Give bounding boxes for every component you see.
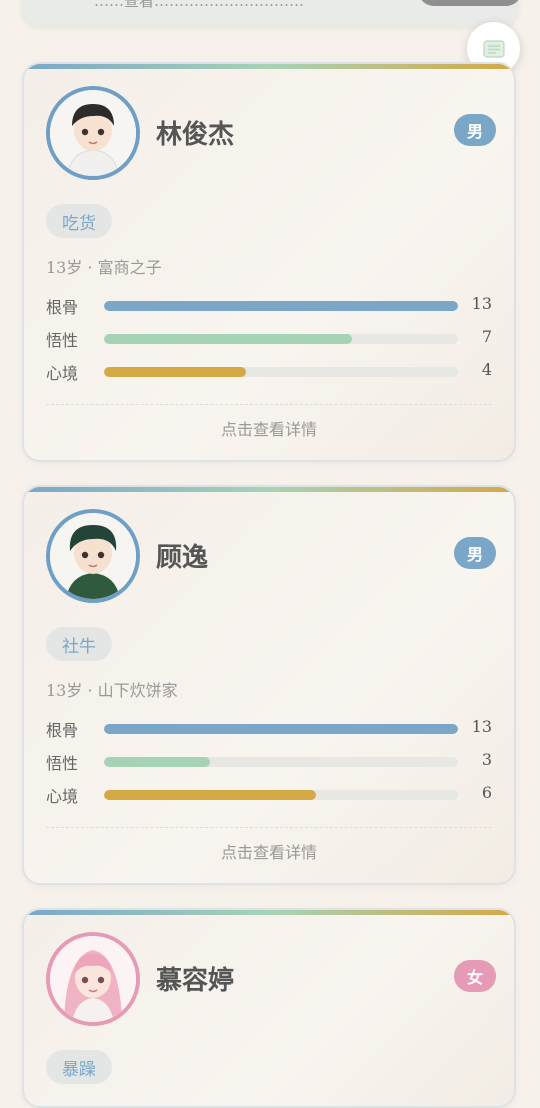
stat-bar-fill — [104, 301, 458, 311]
stat-row-xinjing: 心境 4 — [46, 360, 492, 383]
banner-pill[interactable] — [418, 0, 518, 6]
stat-label: 根骨 — [46, 721, 79, 740]
stat-label: 心境 — [46, 787, 79, 806]
stat-value: 13 — [471, 294, 492, 313]
stat-row-gengu: 根骨 13 — [46, 717, 492, 740]
stat-row-xinjing: 心境 6 — [46, 783, 492, 806]
stat-bar-fill — [104, 757, 211, 767]
gender-badge: 男 — [454, 537, 496, 569]
stat-value: 3 — [481, 750, 492, 769]
stat-row-wuxing: 悟性 7 — [46, 327, 492, 350]
scroll-icon — [482, 39, 505, 58]
stat-row-wuxing: 悟性 3 — [46, 750, 492, 773]
character-name: 林俊杰 — [156, 120, 235, 150]
stat-value: 13 — [471, 717, 492, 736]
divider — [46, 827, 492, 828]
stat-value: 6 — [481, 783, 492, 802]
stat-bar-fill — [104, 790, 317, 800]
avatar — [46, 86, 140, 180]
stat-label: 心境 — [46, 364, 79, 383]
stat-bar — [104, 301, 458, 311]
stat-label: 根骨 — [46, 298, 79, 317]
gender-badge: 男 — [454, 114, 496, 146]
stat-bar-fill — [104, 334, 352, 344]
boy-avatar-green — [50, 513, 136, 599]
stat-bar — [104, 334, 458, 344]
character-card[interactable]: 慕容婷 女 暴躁 — [22, 908, 516, 1108]
gender-badge: 女 — [454, 960, 496, 992]
card-accent-bar — [24, 910, 514, 915]
character-info: 13岁 · 富商之子 — [46, 258, 162, 277]
divider — [46, 404, 492, 405]
banner-text: ……查看………………………… — [94, 0, 305, 10]
stat-label: 悟性 — [46, 754, 79, 773]
stat-bar-fill — [104, 724, 458, 734]
trait-tag: 暴躁 — [46, 1050, 112, 1084]
character-name: 慕容婷 — [156, 966, 235, 996]
view-details-link[interactable]: 点击查看详情 — [24, 839, 514, 863]
avatar — [46, 932, 140, 1026]
stat-bar — [104, 790, 458, 800]
girl-avatar — [50, 936, 136, 1022]
stat-bar-fill — [104, 367, 246, 377]
card-accent-bar — [24, 487, 514, 492]
view-details-link[interactable]: 点击查看详情 — [24, 416, 514, 440]
top-banner: ……查看………………………… — [22, 0, 518, 26]
stat-value: 7 — [481, 327, 492, 346]
trait-tag: 吃货 — [46, 204, 112, 238]
boy-avatar — [50, 90, 136, 176]
stat-row-gengu: 根骨 13 — [46, 294, 492, 317]
character-name: 顾逸 — [156, 543, 209, 573]
character-info: 13岁 · 山下炊饼家 — [46, 681, 178, 700]
trait-tag: 社牛 — [46, 627, 112, 661]
stat-bar — [104, 724, 458, 734]
stat-value: 4 — [481, 360, 492, 379]
stat-bar — [104, 367, 458, 377]
character-card[interactable]: 顾逸 男 社牛 13岁 · 山下炊饼家 根骨 13 悟性 3 心境 6 点击查看… — [22, 485, 516, 885]
stat-bar — [104, 757, 458, 767]
character-card[interactable]: 林俊杰 男 吃货 13岁 · 富商之子 根骨 13 悟性 7 心境 4 点击查看… — [22, 62, 516, 462]
card-accent-bar — [24, 64, 514, 69]
avatar — [46, 509, 140, 603]
stat-label: 悟性 — [46, 331, 79, 350]
